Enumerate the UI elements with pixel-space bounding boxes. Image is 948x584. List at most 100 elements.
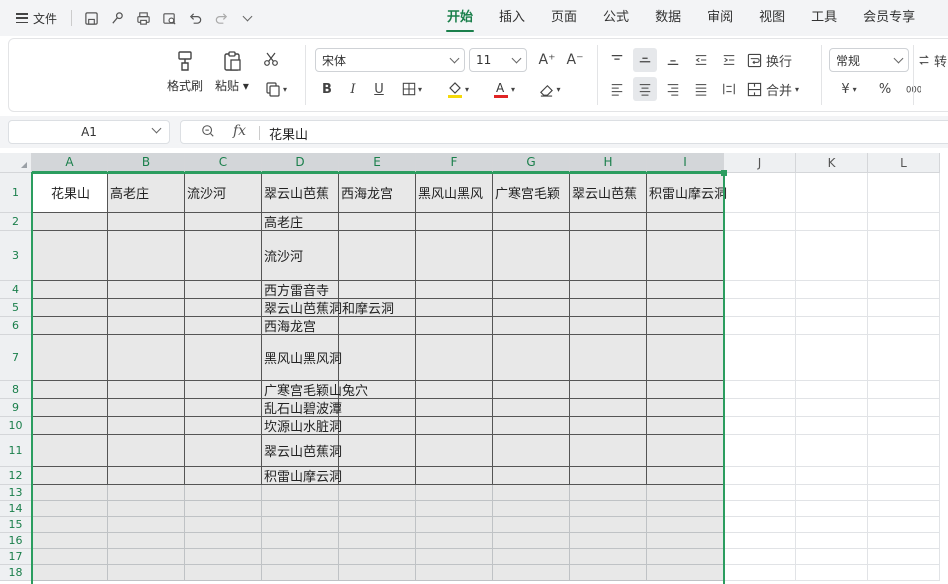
underline-button[interactable]: U [367, 77, 391, 101]
cell[interactable] [32, 435, 108, 467]
cell[interactable] [185, 381, 262, 399]
increase-indent-button[interactable] [717, 48, 741, 72]
cell[interactable] [868, 381, 940, 399]
row-header-1[interactable]: 1 [0, 173, 32, 213]
save-icon[interactable] [80, 7, 102, 29]
cell[interactable] [262, 517, 339, 533]
cell[interactable] [647, 231, 724, 281]
cell[interactable] [32, 467, 108, 485]
cell[interactable] [724, 533, 796, 549]
tab-8[interactable]: 会员专享 [850, 0, 928, 36]
column-header-E[interactable]: E [339, 153, 416, 173]
cell[interactable] [647, 317, 724, 335]
cell[interactable] [493, 501, 570, 517]
cell[interactable] [108, 231, 185, 281]
select-all-corner[interactable] [0, 153, 32, 173]
cell[interactable] [724, 485, 796, 501]
share-icon[interactable] [106, 7, 128, 29]
cell[interactable] [868, 417, 940, 435]
cell[interactable] [416, 281, 493, 299]
cell[interactable] [32, 317, 108, 335]
cell[interactable] [32, 381, 108, 399]
cell[interactable] [570, 467, 647, 485]
cell[interactable] [570, 299, 647, 317]
cell[interactable] [796, 213, 868, 231]
cell[interactable] [416, 467, 493, 485]
cell[interactable] [108, 435, 185, 467]
cell[interactable]: 积雷山摩云洞 [262, 467, 342, 485]
cell[interactable] [32, 231, 108, 281]
cell[interactable] [108, 381, 185, 399]
cell[interactable] [32, 335, 108, 381]
row-header-9[interactable]: 9 [0, 399, 32, 417]
cell[interactable] [724, 381, 796, 399]
cell[interactable] [416, 417, 493, 435]
cell[interactable]: 西海龙宫 [339, 173, 416, 213]
cell[interactable] [796, 335, 868, 381]
column-header-F[interactable]: F [416, 153, 493, 173]
cell[interactable] [724, 173, 796, 213]
cell[interactable]: 流沙河 [185, 173, 262, 213]
cell[interactable] [570, 317, 647, 335]
cell[interactable] [108, 533, 185, 549]
print-preview-icon[interactable] [158, 7, 180, 29]
row-header-8[interactable]: 8 [0, 381, 32, 399]
merge-button[interactable]: 合并 ▾ [747, 77, 817, 101]
row-header-18[interactable]: 18 [0, 565, 32, 581]
cell[interactable] [570, 281, 647, 299]
cell[interactable] [724, 299, 796, 317]
cell[interactable] [796, 299, 868, 317]
cell[interactable] [262, 485, 339, 501]
cell[interactable] [647, 399, 724, 417]
cell[interactable] [647, 533, 724, 549]
cell[interactable] [185, 317, 262, 335]
cell[interactable] [416, 517, 493, 533]
cell[interactable] [32, 485, 108, 501]
cell[interactable] [185, 435, 262, 467]
cell[interactable] [868, 399, 940, 417]
cell[interactable] [868, 317, 940, 335]
cell[interactable] [868, 173, 940, 213]
cell[interactable] [416, 381, 493, 399]
cell[interactable] [185, 281, 262, 299]
cell[interactable] [724, 565, 796, 581]
cell[interactable] [796, 399, 868, 417]
cell[interactable] [868, 467, 940, 485]
row-header-2[interactable]: 2 [0, 213, 32, 231]
tab-3[interactable]: 公式 [590, 0, 642, 36]
increase-font-size-button[interactable]: A⁺ [535, 48, 559, 72]
cell[interactable]: 流沙河 [262, 231, 339, 281]
copy-icon[interactable]: ▾ [259, 77, 293, 101]
cell[interactable] [185, 299, 262, 317]
cell[interactable] [493, 399, 570, 417]
cell[interactable]: 翠云山芭蕉 [570, 173, 647, 213]
cell[interactable] [570, 399, 647, 417]
column-header-L[interactable]: L [868, 153, 940, 173]
convert-button[interactable]: 转 [917, 48, 947, 72]
column-header-A[interactable]: A [32, 153, 108, 173]
cell[interactable] [796, 231, 868, 281]
tab-0[interactable]: 开始 [434, 0, 486, 36]
cell[interactable] [339, 501, 416, 517]
cell[interactable] [416, 335, 493, 381]
column-header-H[interactable]: H [570, 153, 647, 173]
cell[interactable] [32, 299, 108, 317]
cell[interactable] [868, 335, 940, 381]
cell[interactable] [647, 213, 724, 231]
cell[interactable] [108, 517, 185, 533]
cell[interactable] [185, 231, 262, 281]
column-header-G[interactable]: G [493, 153, 570, 173]
percent-button[interactable]: % [873, 77, 897, 101]
cell[interactable] [185, 565, 262, 581]
cell[interactable] [724, 435, 796, 467]
cell[interactable] [493, 517, 570, 533]
cell[interactable] [185, 467, 262, 485]
cell[interactable] [796, 281, 868, 299]
cell[interactable] [339, 467, 416, 485]
cell[interactable] [796, 501, 868, 517]
cell[interactable]: 西方雷音寺 [262, 281, 339, 299]
cell[interactable] [647, 281, 724, 299]
decrease-indent-button[interactable] [689, 48, 713, 72]
cell[interactable]: 花果山 [32, 173, 108, 213]
cell[interactable]: 西海龙宫 [262, 317, 339, 335]
